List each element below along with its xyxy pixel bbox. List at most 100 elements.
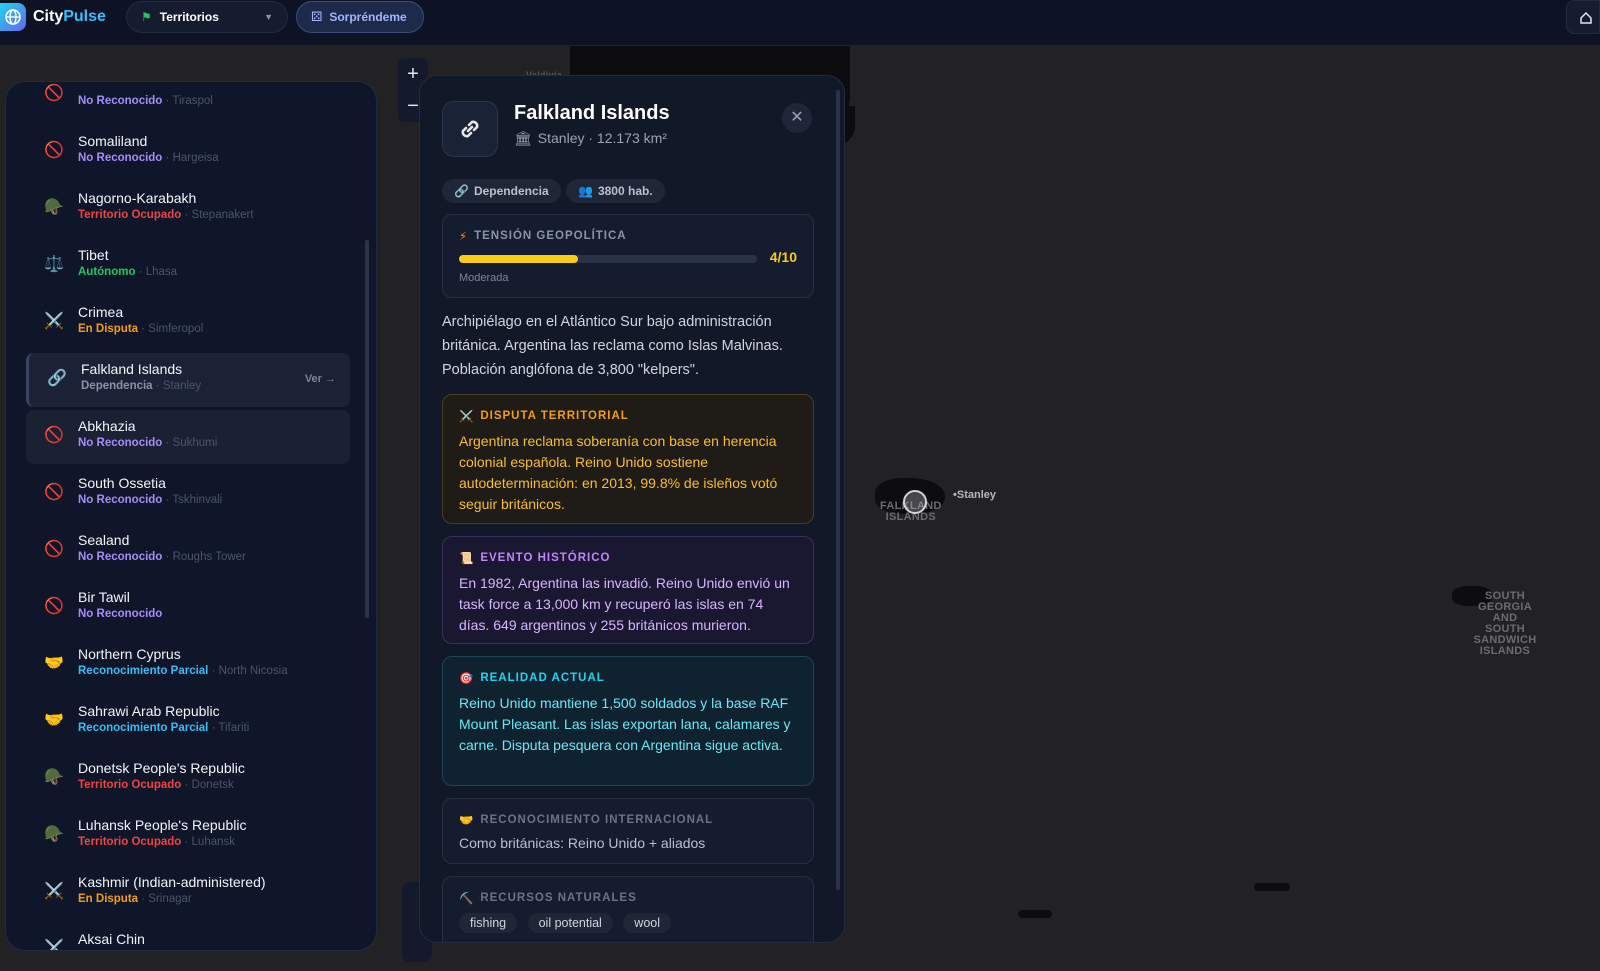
flag-icon: ⚑ — [141, 10, 152, 24]
territory-name: Luhansk People's Republic — [78, 817, 247, 833]
status-icon: 🪖 — [44, 826, 64, 843]
territory-capital: Tifariti — [218, 722, 250, 734]
territory-status: No Reconocido — [78, 95, 163, 107]
type-chip: 🔗 Dependencia — [442, 179, 561, 203]
close-icon: ✕ — [790, 109, 804, 126]
island-small-2 — [1018, 910, 1052, 918]
territory-name: Sealand — [78, 532, 130, 548]
territory-list-item[interactable]: 🚫 South Ossetia No Reconocido · Tskhinvali — [26, 467, 350, 521]
ver-link[interactable]: Ver → — [305, 373, 336, 385]
territory-list-item[interactable]: 🤝 Sahrawi Arab Republic Reconocimiento Par… — [26, 695, 350, 749]
recognition-card: 🤝 RECONOCIMIENTO INTERNACIONAL Como britá… — [442, 798, 814, 864]
people-icon: 👥 — [578, 184, 593, 198]
territory-name: Kashmir (Indian-administered) — [78, 874, 266, 890]
territory-meta: Reconocimiento Parcial · North Nicosia — [78, 665, 288, 677]
territory-status: En Disputa — [78, 323, 139, 335]
resource-tag: oil potential — [527, 913, 613, 933]
territory-meta: No Reconocido · Hargeisa — [78, 152, 219, 164]
territory-capital: North Nicosia — [218, 665, 288, 677]
tension-score: 4/10 — [769, 249, 797, 265]
territory-meta: No Reconocido — [78, 608, 162, 620]
pickaxe-icon: ⛏️ — [459, 893, 475, 905]
territory-status: No Reconocido — [78, 437, 163, 449]
status-icon: 🚫 — [44, 85, 64, 102]
territory-name: Sahrawi Arab Republic — [78, 703, 220, 719]
territory-detail-panel: Falkland Islands 🏛 Stanley · 12.173 km² ✕… — [419, 75, 845, 943]
territory-meta: No Reconocido · Sukhumi — [78, 437, 218, 449]
swords-icon: ⚔️ — [459, 411, 475, 423]
territory-name: Crimea — [78, 304, 124, 320]
territory-meta: Reconocimiento Parcial · Tifariti — [78, 722, 250, 734]
target-icon: 🎯 — [459, 673, 475, 685]
territory-capital: Donetsk — [191, 779, 234, 791]
territory-list-item[interactable]: 🚫 Somaliland No Reconocido · Hargeisa — [26, 125, 350, 179]
territory-meta: Territorio Ocupado · Luhansk — [78, 836, 236, 848]
close-button[interactable]: ✕ — [782, 103, 812, 133]
status-icon: 🚫 — [44, 484, 64, 501]
territory-meta: En Disputa · Srinagar — [78, 893, 192, 905]
status-icon: 🪖 — [44, 769, 64, 786]
territory-name: Bir Tawil — [78, 589, 130, 605]
panel-subtitle: 🏛 Stanley · 12.173 km² — [514, 130, 667, 146]
territory-list-item[interactable]: 🚫 Sealand No Reconocido · Roughs Tower — [26, 524, 350, 578]
territory-list-item[interactable]: 🔗 Falkland Islands Dependencia · Stanley Ve… — [26, 353, 350, 407]
territory-list-item[interactable]: 🤝 Northern Cyprus Reconocimiento Parcial ·… — [26, 638, 350, 692]
territorios-label: Territorios — [159, 10, 219, 24]
territory-list-item[interactable]: ⚔️ Kashmir (Indian-administered) En Disput… — [26, 866, 350, 920]
territory-status: En Disputa — [78, 893, 139, 905]
dispute-card: ⚔️ DISPUTA TERRITORIAL Argentina reclama … — [442, 394, 814, 524]
tension-level: Moderada — [459, 272, 509, 284]
population-chip: 👥 3800 hab. — [566, 179, 665, 203]
status-icon: ⚔️ — [44, 313, 64, 330]
territory-meta: Autónomo · Lhasa — [78, 266, 178, 278]
territory-list-item[interactable]: ⚖️ Tibet Autónomo · Lhasa — [26, 239, 350, 293]
territorios-dropdown[interactable]: ⚑ Territorios ▼ — [126, 1, 288, 33]
territory-description: Archipiélago en el Atlántico Sur bajo ad… — [442, 314, 783, 378]
reality-card: 🎯 REALIDAD ACTUAL Reino Unido mantiene 1,… — [442, 656, 814, 786]
tension-bar-fill — [459, 255, 579, 263]
dispute-text: Argentina reclama soberanía con base en … — [459, 433, 778, 512]
chevron-down-icon: ▼ — [264, 12, 273, 22]
territory-status: No Reconocido — [78, 608, 163, 620]
list-scrollbar[interactable] — [365, 240, 369, 618]
tension-label: TENSIÓN GEOPOLÍTICA — [474, 230, 627, 242]
status-icon: ⚖️ — [44, 256, 64, 273]
history-card: 📜 EVENTO HISTÓRICO En 1982, Argentina las… — [442, 536, 814, 644]
territory-status: Territorio Ocupado — [78, 779, 182, 791]
territory-capital: Lhasa — [145, 266, 178, 278]
globe-icon — [0, 3, 26, 31]
status-icon: 🚫 — [44, 142, 64, 159]
territory-name: Abkhazia — [78, 418, 136, 434]
home-icon — [1580, 11, 1592, 24]
falkland-marker[interactable] — [903, 490, 927, 514]
territory-list-item[interactable]: 🚫 Bir Tawil No Reconocido — [26, 581, 350, 635]
territory-capital: Tskhinvali — [172, 494, 223, 506]
home-button[interactable] — [1566, 0, 1600, 34]
territory-list-item[interactable]: 🚫 No Reconocido · Tiraspol — [26, 82, 350, 122]
territory-list-item[interactable]: 🪖 Nagorno-Karabakh Territorio Ocupado · St… — [26, 182, 350, 236]
map-label-south-georgia: SOUTH GEORGIA AND SOUTH SANDWICH ISLANDS — [1473, 590, 1537, 657]
top-bar: CityPulse ⚑ Territorios ▼ ⚄ Sorpréndeme — [0, 0, 1600, 46]
territory-status: Dependencia — [81, 380, 153, 392]
territory-list-item[interactable]: 🪖 Donetsk People's Republic Territorio Ocu… — [26, 752, 350, 806]
history-text: En 1982, Argentina las invadió. Reino Un… — [459, 575, 790, 633]
territory-capital: Roughs Tower — [172, 551, 246, 563]
status-icon: 🚫 — [44, 541, 64, 558]
territory-capital: Stanley — [162, 380, 202, 392]
territory-meta: Territorio Ocupado · Donetsk — [78, 779, 234, 791]
territory-list-item[interactable]: ⚔️ Aksai Chin — [26, 923, 350, 950]
territory-list[interactable]: 🚫 No Reconocido · Tiraspol 🚫 Somaliland No R… — [5, 81, 377, 951]
territory-list-item[interactable]: 🪖 Luhansk People's Republic Territorio Ocu… — [26, 809, 350, 863]
island-small-1 — [1254, 883, 1290, 891]
link-icon — [442, 101, 498, 157]
lightning-icon: ⚡ — [459, 231, 469, 243]
territory-list-item[interactable]: ⚔️ Crimea En Disputa · Simferopol — [26, 296, 350, 350]
reality-text: Reino Unido mantiene 1,500 soldados y la… — [459, 695, 791, 753]
scroll-icon: 📜 — [459, 553, 475, 565]
panel-scrollbar[interactable] — [836, 90, 840, 890]
resource-tag: wool — [623, 913, 672, 933]
territory-list-item[interactable]: 🚫 Abkhazia No Reconocido · Sukhumi — [26, 410, 350, 464]
territory-name: Donetsk People's Republic — [78, 760, 245, 776]
territory-capital: Luhansk — [191, 836, 236, 848]
sorprendeme-button[interactable]: ⚄ Sorpréndeme — [296, 1, 424, 33]
